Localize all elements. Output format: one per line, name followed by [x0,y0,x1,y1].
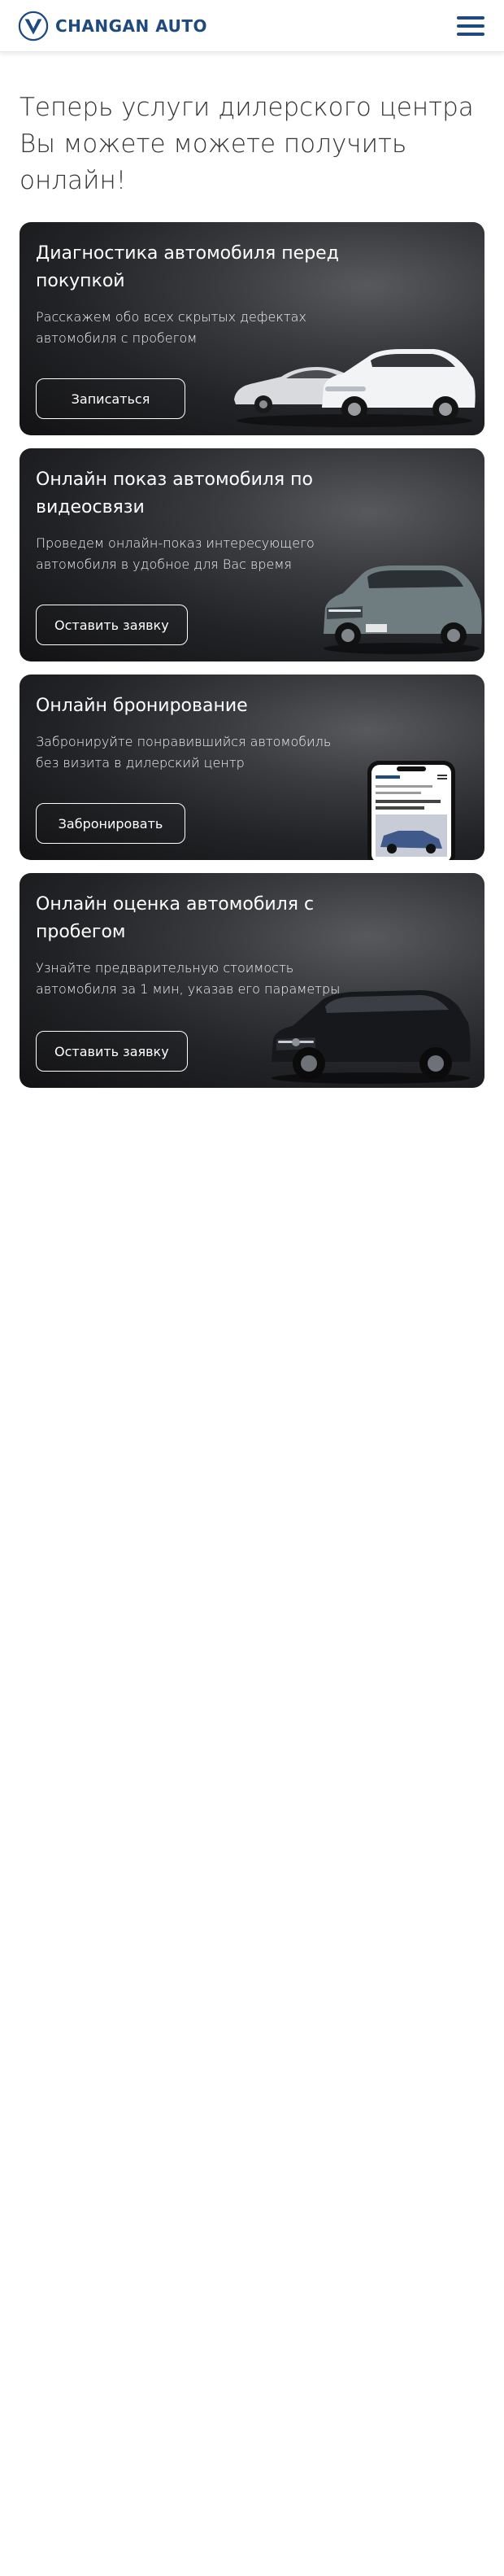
leave-request-button[interactable]: Оставить заявку [36,1031,188,1072]
leave-request-button[interactable]: Оставить заявку [36,605,188,645]
card-title: Онлайн показ автомобиля по видеосвязи [36,469,313,517]
card-text: Узнайте предварительную стоимость автомо… [36,960,341,997]
card-text: Расскажем обо всех скрытых дефектах авто… [36,309,306,346]
card-title: Диагностика автомобиля перед покупкой [36,243,339,291]
card-text: Забронируйте понравившийся автомобиль бе… [36,734,332,771]
smartphone-image [367,761,455,860]
card-title: Онлайн бронирование [36,696,248,716]
brand-logo[interactable]: CHANGAN AUTO [18,11,207,41]
changan-logo-icon [18,11,49,41]
hamburger-menu-icon[interactable] [457,15,484,36]
card-title: Онлайн оценка автомобиля с пробегом [36,894,315,942]
service-card-valuation: Онлайн оценка автомобиля с пробегом Узна… [20,873,484,1088]
service-card-booking: Онлайн бронирование Забронируйте понрави… [20,675,484,860]
page-intro: Теперь услуги дилерского центра Вы может… [20,93,474,195]
card-text: Проведем онлайн-показ интересующего авто… [36,535,315,572]
services-list: Диагностика автомобиля перед покупкой Ра… [20,222,484,1088]
signup-button[interactable]: Записаться [36,378,185,419]
service-card-diagnostics: Диагностика автомобиля перед покупкой Ра… [20,222,484,435]
service-card-video-tour: Онлайн показ автомобиля по видеосвязи Пр… [20,448,484,661]
book-button[interactable]: Забронировать [36,803,185,844]
site-header: CHANGAN AUTO [0,0,504,52]
brand-name: CHANGAN AUTO [55,15,207,36]
